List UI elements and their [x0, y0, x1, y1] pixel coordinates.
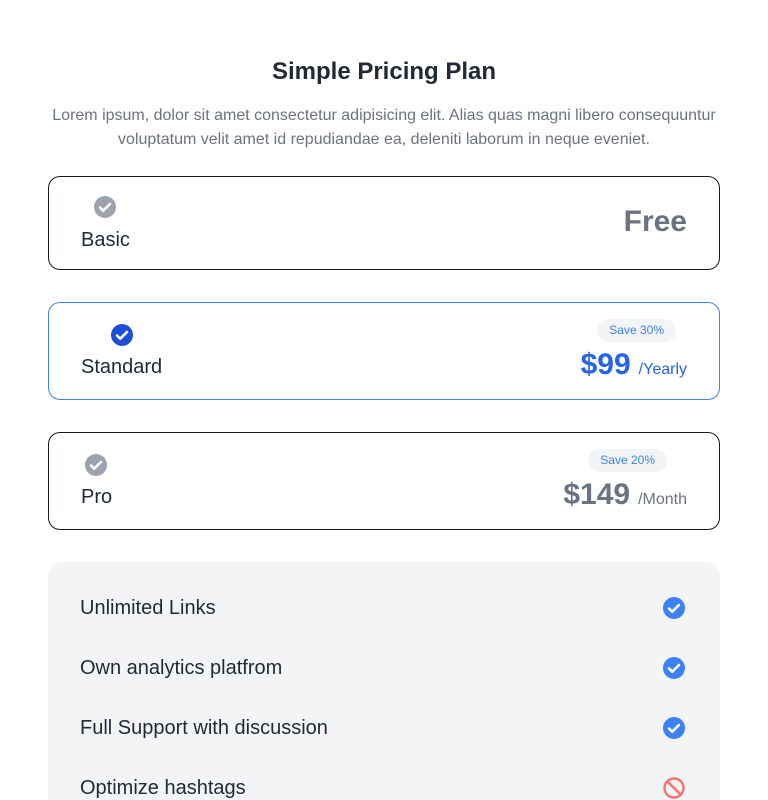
- check-circle-icon: [663, 597, 685, 619]
- features-panel: Unlimited Links Own analytics platfrom F…: [48, 562, 720, 800]
- check-circle-icon: [663, 717, 685, 739]
- plan-price: Free: [623, 205, 687, 238]
- check-circle-icon: [94, 196, 116, 218]
- feature-label: Optimize hashtags: [80, 776, 246, 799]
- feature-label: Own analytics platfrom: [80, 656, 283, 679]
- save-badge: Save 30%: [597, 319, 676, 342]
- plan-price: $149: [563, 478, 631, 511]
- feature-label: Unlimited Links: [80, 596, 216, 619]
- feature-row: Optimize hashtags: [80, 774, 686, 800]
- block-icon: [663, 777, 685, 799]
- plan-card-standard[interactable]: Standard Save 30% $99 /Yearly: [48, 302, 720, 400]
- plan-name: Basic: [81, 229, 130, 251]
- plan-price: $99: [580, 348, 631, 381]
- plan-card-pro[interactable]: Pro Save 20% $149 /Month: [48, 432, 720, 530]
- feature-row: Own analytics platfrom: [80, 654, 686, 682]
- page-subtitle: Lorem ipsum, dolor sit amet consectetur …: [52, 107, 716, 148]
- check-circle-icon: [85, 454, 107, 476]
- check-circle-icon: [663, 657, 685, 679]
- feature-row: Unlimited Links: [80, 594, 686, 622]
- page-title: Simple Pricing Plan: [271, 58, 497, 85]
- plan-name: Pro: [81, 486, 113, 508]
- plan-name: Standard: [81, 356, 163, 378]
- save-badge: Save 20%: [588, 449, 667, 472]
- check-circle-icon: [111, 324, 133, 346]
- plan-period: /Month: [638, 491, 687, 508]
- plan-period: /Yearly: [638, 361, 687, 378]
- feature-label: Full Support with discussion: [80, 716, 328, 739]
- plan-card-basic[interactable]: Basic Free: [48, 176, 720, 270]
- feature-row: Full Support with discussion: [80, 714, 686, 742]
